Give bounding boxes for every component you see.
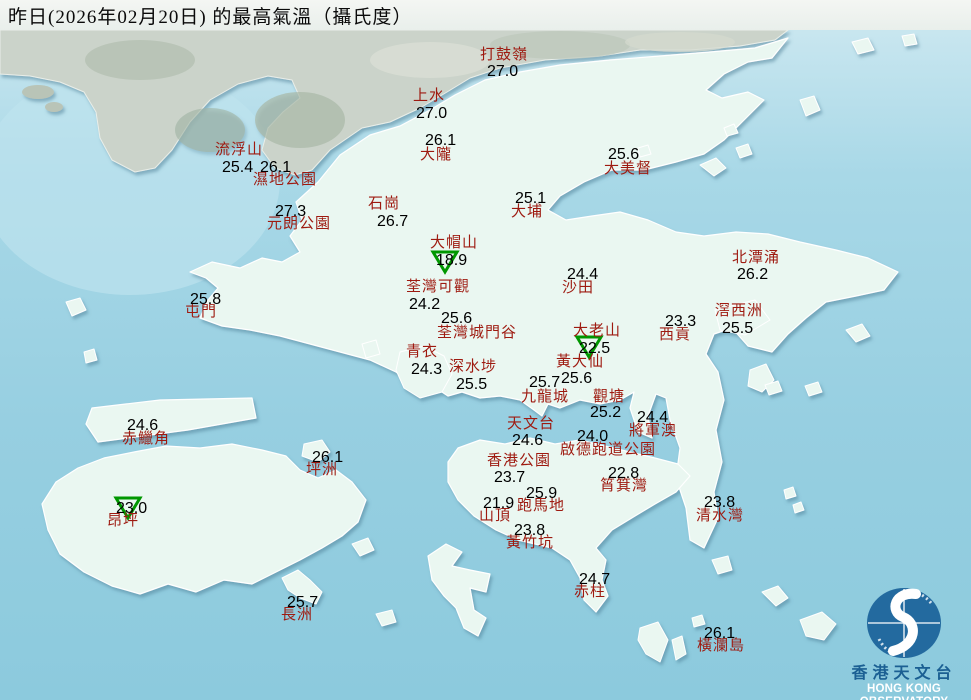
- station-name: 石崗: [368, 196, 401, 212]
- map-title: 昨日(2026年02月20日) 的最高氣溫（攝氏度）: [8, 6, 413, 28]
- station-value: 23.7: [494, 469, 526, 486]
- station-value: 26.2: [737, 266, 769, 283]
- station-value: 25.6: [608, 146, 640, 163]
- weather-map: 昨日(2026年02月20日) 的最高氣溫（攝氏度） 27.0 打鼓嶺 27.0 上水…: [0, 0, 971, 700]
- stations-layer: 27.0 打鼓嶺 27.0 上水 26.1 大隴 25.4 流浮山 26.1 濕地公園 27.3 元朗…: [0, 0, 971, 700]
- station-value: 25.1: [515, 190, 547, 207]
- station-value: 26.1: [312, 449, 344, 466]
- station-value: 25.6: [441, 310, 473, 327]
- station-name: 深水埗: [449, 359, 498, 375]
- hko-logo: 香港天文台 HONG KONG OBSERVATORY: [838, 586, 970, 700]
- station-name: 打鼓嶺: [480, 47, 529, 63]
- hko-logo-icon: [867, 588, 941, 658]
- station-name: 北潭涌: [732, 250, 781, 266]
- station-value: 18.9: [436, 252, 468, 269]
- station-value: 23.8: [514, 522, 546, 539]
- station-name: 大美督: [604, 161, 653, 177]
- station-value: 24.4: [567, 266, 599, 283]
- station-name: 荃灣城門谷: [437, 325, 518, 341]
- station-value: 22.5: [579, 340, 611, 357]
- station-value: 24.4: [637, 409, 669, 426]
- station-value: 24.2: [409, 296, 441, 313]
- station-value: 21.9: [483, 495, 515, 512]
- station-name: 天文台: [507, 416, 556, 432]
- station-name: 大老山: [573, 323, 622, 339]
- station-name: 滘西洲: [715, 303, 764, 319]
- station-value: 26.1: [704, 625, 736, 642]
- station-value: 26.1: [260, 159, 292, 176]
- station-value: 25.4: [222, 159, 254, 176]
- station-name: 荃灣可觀: [406, 279, 471, 295]
- hko-logo-name-en: HONG KONG OBSERVATORY: [860, 682, 948, 700]
- title-bar: 昨日(2026年02月20日) 的最高氣溫（攝氏度）: [0, 0, 971, 30]
- station-value: 25.5: [456, 376, 488, 393]
- station-value: 27.0: [487, 63, 519, 80]
- station-value: 25.6: [561, 370, 593, 387]
- station-value: 25.7: [529, 374, 561, 391]
- station-value: 22.8: [608, 465, 640, 482]
- station-value: 24.6: [127, 417, 159, 434]
- station-value: 25.9: [526, 485, 558, 502]
- station-value: 27.0: [416, 105, 448, 122]
- station-name: 大帽山: [430, 235, 479, 251]
- station-value: 24.0: [577, 428, 609, 445]
- station-value: 24.7: [579, 571, 611, 588]
- station-value: 24.6: [512, 432, 544, 449]
- station-name: 青衣: [406, 344, 439, 360]
- station-value: 25.2: [590, 404, 622, 421]
- station-value: 24.3: [411, 361, 443, 378]
- station-value: 25.5: [722, 320, 754, 337]
- station-value: 26.1: [425, 132, 457, 149]
- station-value: 23.3: [665, 313, 697, 330]
- station-name: 上水: [413, 88, 446, 104]
- station-name: 大隴: [420, 147, 453, 163]
- station-name: 九龍城: [521, 389, 570, 405]
- hko-logo-name-cn: 香港天文台: [851, 665, 957, 682]
- station-name: 香港公園: [487, 453, 552, 469]
- station-value: 23.0: [116, 500, 148, 517]
- station-value: 27.3: [275, 203, 307, 220]
- station-value: 25.7: [287, 594, 319, 611]
- station-name: 流浮山: [215, 142, 264, 158]
- station-value: 25.8: [190, 291, 222, 308]
- station-value: 23.8: [704, 494, 736, 511]
- station-value: 26.7: [377, 213, 409, 230]
